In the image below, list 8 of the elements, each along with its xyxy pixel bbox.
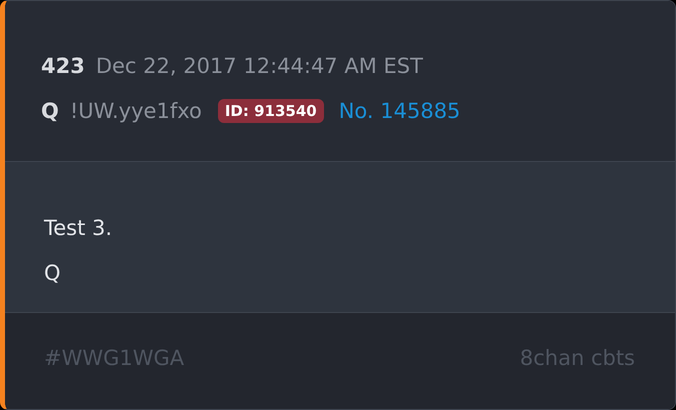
- post-text-line: Test 3.: [44, 215, 114, 242]
- author-name: Q: [41, 98, 59, 122]
- post-text-line: Q: [44, 260, 62, 287]
- post-timestamp: Dec 22, 2017 12:44:47 AM EST: [96, 54, 423, 78]
- post-link[interactable]: No. 145885: [338, 98, 460, 122]
- post-number: 423: [41, 54, 85, 78]
- id-badge: ID: 913540: [218, 98, 324, 122]
- tripcode: !UW.yye1fxo: [70, 98, 202, 122]
